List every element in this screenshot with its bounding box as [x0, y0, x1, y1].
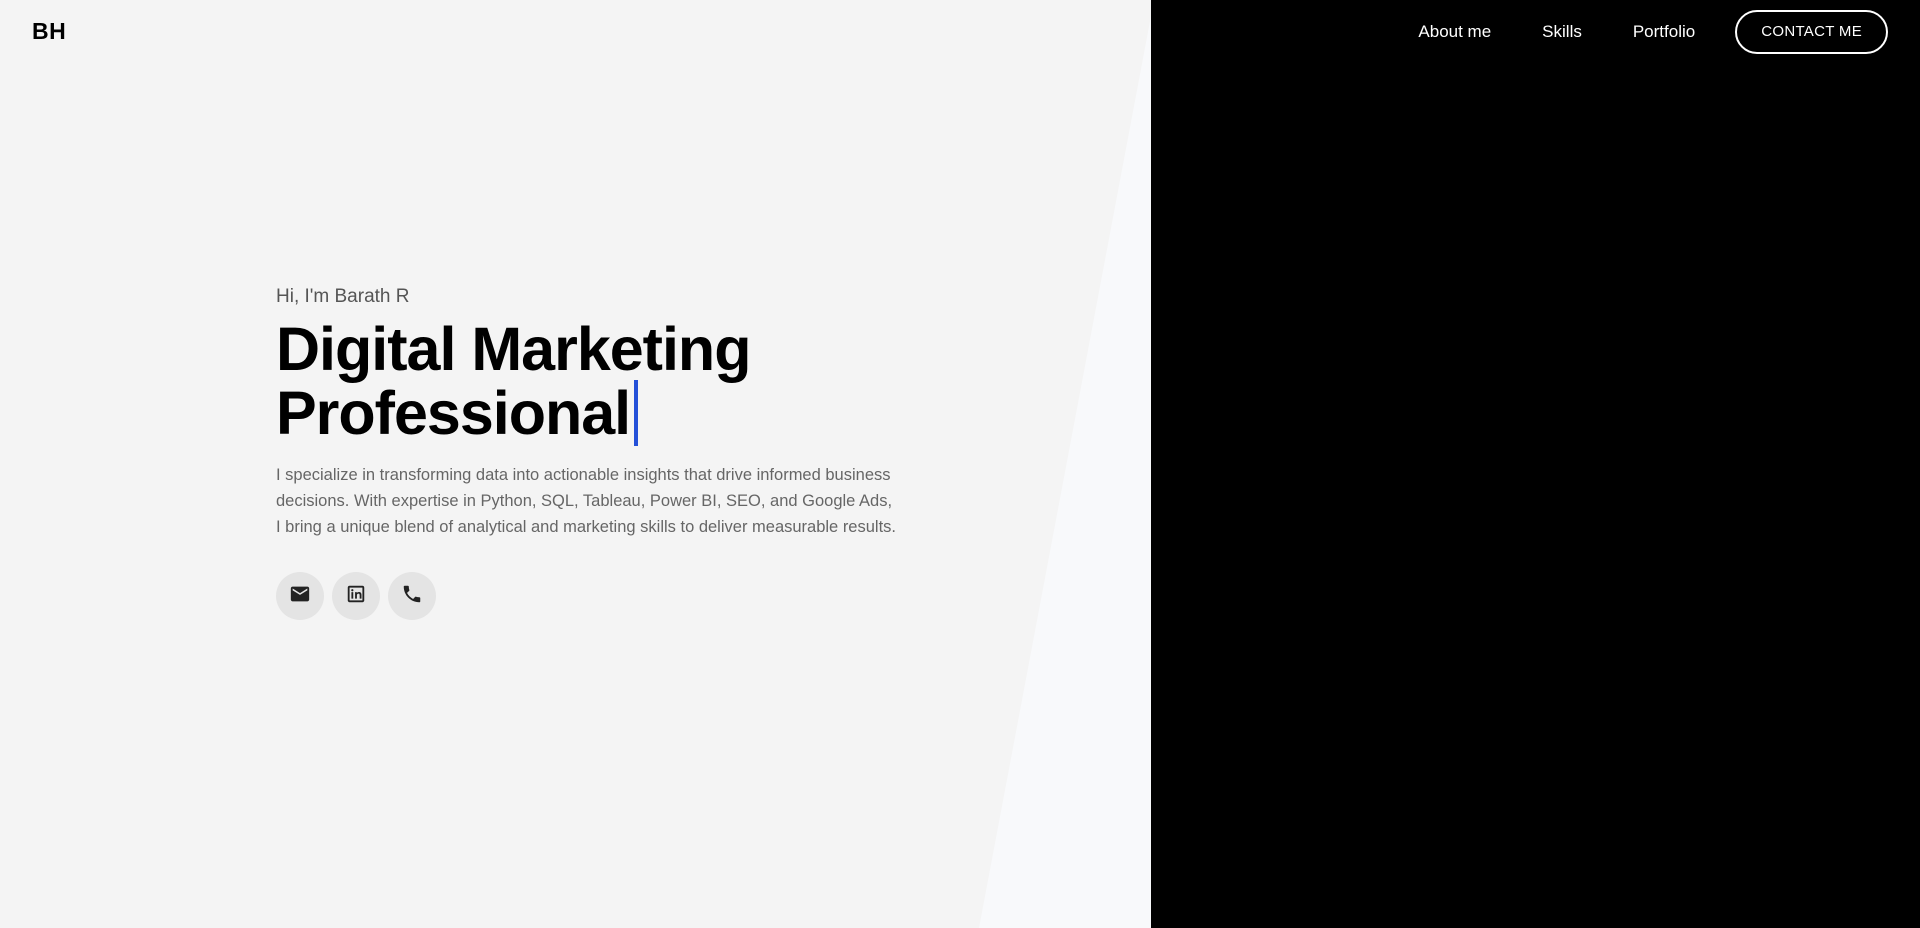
dark-side-panel	[1151, 0, 1920, 928]
contact-me-button[interactable]: CONTACT ME	[1735, 10, 1888, 54]
linkedin-icon	[345, 583, 367, 610]
headline-line-1: Digital Marketing	[276, 315, 751, 383]
email-icon	[289, 583, 311, 610]
headline-line-2: Professional	[276, 379, 631, 447]
email-button[interactable]	[276, 572, 324, 620]
hero-greeting: Hi, I'm Barath R	[276, 286, 410, 307]
nav-link-portfolio[interactable]: Portfolio	[1633, 22, 1695, 42]
typing-cursor	[634, 380, 639, 446]
linkedin-button[interactable]	[332, 572, 380, 620]
page: BH About me Skills Portfolio CONTACT ME …	[0, 0, 1920, 928]
nav-link-about[interactable]: About me	[1418, 22, 1491, 42]
hero-headline: Digital Marketing Professional	[276, 318, 896, 446]
hero-section: Hi, I'm Barath R Digital Marketing Profe…	[276, 286, 896, 620]
phone-icon	[401, 583, 423, 610]
nav-link-skills[interactable]: Skills	[1542, 22, 1582, 42]
phone-button[interactable]	[388, 572, 436, 620]
social-links	[276, 572, 896, 620]
site-logo[interactable]: BH	[32, 18, 66, 45]
main-nav: About me Skills Portfolio CONTACT ME	[1418, 10, 1888, 54]
hero-description: I specialize in transforming data into a…	[276, 466, 896, 536]
